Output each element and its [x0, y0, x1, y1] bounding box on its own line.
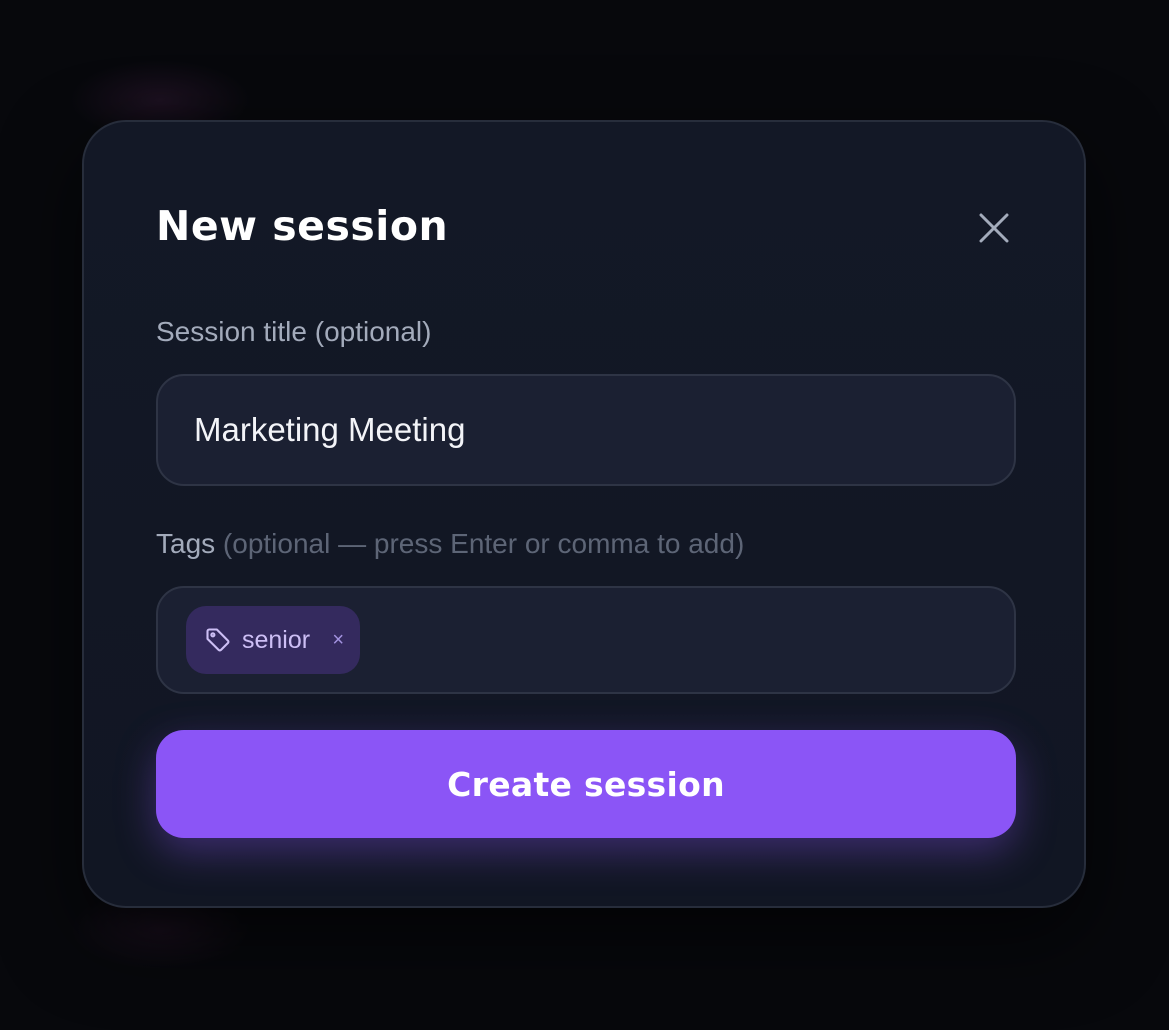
dialog-title: New session [156, 202, 449, 250]
tag-chip: senior × [186, 606, 360, 674]
create-session-button[interactable]: Create session [156, 730, 1016, 838]
close-icon [979, 213, 1009, 243]
session-title-field [156, 374, 1016, 486]
tags-label: Tags (optional — press Enter or comma to… [156, 526, 744, 562]
tags-field[interactable]: senior × [156, 586, 1016, 694]
tag-icon [206, 628, 230, 652]
tag-label: senior [242, 625, 311, 654]
tags-hint: (optional — press Enter or comma to add) [215, 528, 745, 559]
session-title-input[interactable] [194, 376, 974, 484]
tags-input[interactable] [378, 608, 982, 674]
tag-remove-button[interactable]: × [332, 606, 344, 674]
session-title-label: Session title (optional) [156, 316, 432, 347]
tags-label-text: Tags [156, 528, 216, 559]
new-session-dialog: New session Session title (optional) Tag… [82, 120, 1086, 908]
close-button[interactable] [972, 206, 1016, 250]
